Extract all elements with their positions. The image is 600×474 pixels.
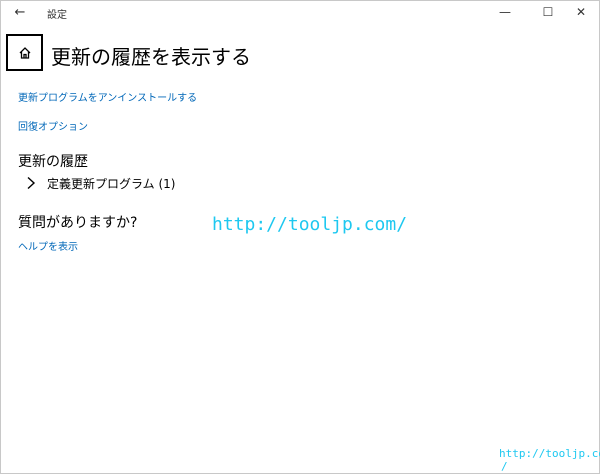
definition-updates-label: 定義更新プログラム (1) (47, 176, 176, 191)
page-title: 更新の履歴を表示する (51, 45, 251, 69)
question-heading: 質問がありますか? (18, 215, 138, 231)
watermark-text: http://tooljp.com/ (212, 214, 408, 235)
uninstall-updates-link[interactable]: 更新プログラムをアンインストールする (18, 89, 197, 104)
back-button[interactable]: ← (10, 4, 30, 22)
maximize-button[interactable]: ☐ (534, 2, 562, 22)
close-button[interactable]: ✕ (567, 2, 595, 22)
close-icon: ✕ (575, 5, 587, 19)
corner-watermark-text: http://tooljp.com (499, 447, 600, 460)
home-icon (19, 46, 30, 59)
title-bar: ← 設定 — ☐ ✕ (0, 0, 600, 26)
arrow-left-icon: ← (14, 5, 26, 20)
get-help-link[interactable]: ヘルプを表示 (18, 238, 78, 253)
minimize-icon: — (499, 5, 511, 19)
definition-updates-group[interactable]: 定義更新プログラム (1) (25, 173, 175, 193)
corner-watermark-slash: / (501, 460, 508, 473)
minimize-button[interactable]: — (491, 2, 519, 22)
app-title: 設定 (47, 10, 67, 21)
update-history-heading: 更新の履歴 (18, 154, 88, 170)
home-button[interactable] (6, 34, 43, 71)
chevron-right-icon (27, 176, 36, 190)
maximize-icon: ☐ (542, 5, 554, 19)
recovery-options-link[interactable]: 回復オプション (18, 118, 88, 133)
window-frame (0, 0, 600, 474)
